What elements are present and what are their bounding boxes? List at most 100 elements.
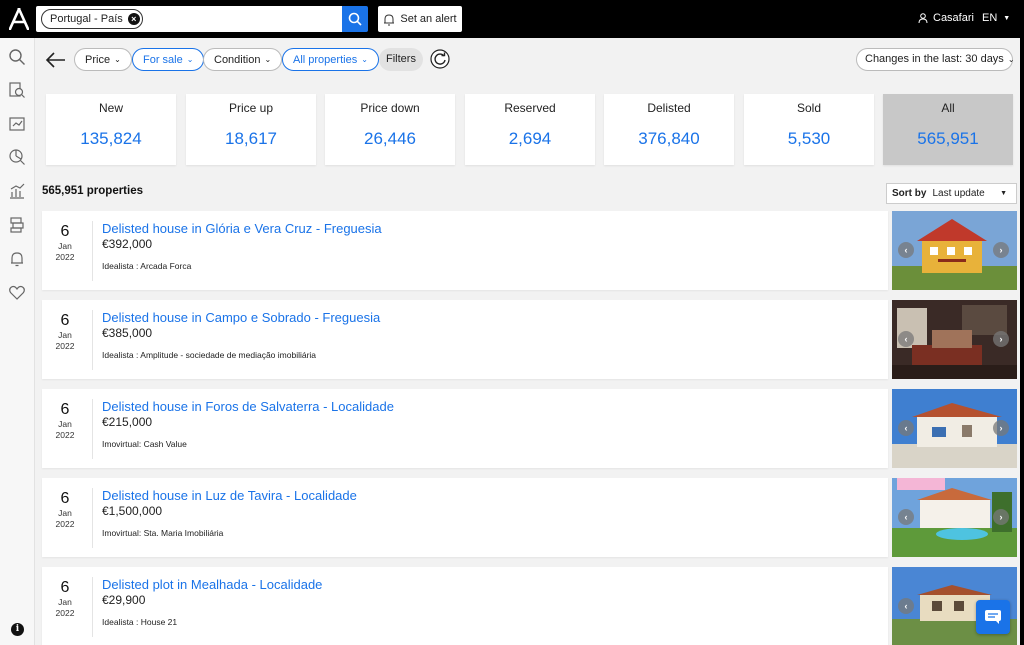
listing-day: 6: [60, 490, 70, 507]
refresh-icon[interactable]: [430, 49, 450, 69]
back-arrow-icon[interactable]: [45, 50, 67, 70]
sidebar: i: [0, 38, 35, 645]
chevron-down-icon: ⌄: [361, 55, 368, 64]
listing-day: 6: [60, 579, 70, 596]
valuation-icon[interactable]: [8, 115, 26, 133]
listing-date: 6 Jan 2022: [42, 389, 88, 468]
logo-icon[interactable]: [9, 8, 29, 30]
previous-photo-button[interactable]: ‹: [898, 509, 914, 525]
language-selector[interactable]: EN ▼: [982, 12, 1010, 24]
next-photo-button[interactable]: ›: [993, 331, 1009, 347]
listing-card[interactable]: 6 Jan 2022 Delisted house in Campo e Sob…: [42, 300, 888, 379]
reports-chart-icon[interactable]: [8, 182, 26, 200]
stat-card-price-down[interactable]: Price down 26,446: [325, 94, 455, 165]
listing-price: €215,000: [102, 415, 153, 429]
listing-card[interactable]: 6 Jan 2022 Delisted house in Glória e Ve…: [42, 211, 888, 290]
chat-icon: [985, 610, 1001, 624]
info-icon[interactable]: i: [11, 623, 24, 636]
listing-card[interactable]: 6 Jan 2022 Delisted plot in Mealhada - L…: [42, 567, 888, 645]
condition-filter[interactable]: Condition ⌄: [203, 48, 283, 71]
divider: [92, 221, 93, 281]
top-bar: Portugal - País × Set an alert Casafari …: [0, 0, 1024, 38]
property-type-filter-label: All properties: [293, 54, 358, 66]
next-photo-button[interactable]: ›: [993, 242, 1009, 258]
next-photo-button[interactable]: ›: [993, 509, 1009, 525]
stat-label: Sold: [796, 101, 822, 115]
for-sale-filter-label: For sale: [143, 54, 183, 66]
sort-value: Last update: [932, 188, 985, 199]
listing-title-link[interactable]: Delisted house in Campo e Sobrado - Freg…: [102, 310, 380, 325]
price-filter[interactable]: Price ⌄: [74, 48, 132, 71]
results-count: 565,951 properties: [42, 185, 144, 197]
search-icon[interactable]: [8, 48, 26, 66]
condition-filter-label: Condition: [214, 54, 261, 66]
user-menu[interactable]: Casafari: [918, 12, 974, 24]
listing-agency: Idealista : House 21: [102, 617, 178, 627]
listing-price: €392,000: [102, 237, 153, 251]
language-label: EN: [982, 12, 998, 24]
stat-label: Price up: [228, 101, 274, 115]
listing-price: €1,500,000: [102, 504, 163, 518]
property-search-icon[interactable]: [8, 81, 26, 99]
location-chip[interactable]: Portugal - País ×: [41, 9, 143, 29]
listing-day: 6: [60, 401, 70, 418]
listing-price: €385,000: [102, 326, 153, 340]
chat-button[interactable]: [976, 600, 1010, 634]
bell-icon: [384, 13, 395, 25]
stat-label: Reserved: [504, 101, 556, 115]
stat-card-price-up[interactable]: Price up 18,617: [186, 94, 316, 165]
listing-date: 6 Jan 2022: [42, 567, 88, 645]
property-type-filter[interactable]: All properties ⌄: [282, 48, 379, 71]
chevron-down-icon: ⌄: [186, 55, 194, 64]
listing-month: Jan: [58, 419, 72, 429]
listing-agency: Imovirtual: Sta. Maria Imobiliária: [102, 528, 224, 538]
divider: [92, 399, 93, 459]
price-filter-label: Price: [85, 54, 111, 66]
stat-card-reserved[interactable]: Reserved 2,694: [465, 94, 595, 165]
previous-photo-button[interactable]: ‹: [898, 331, 914, 347]
listing-title-link[interactable]: Delisted house in Foros de Salvaterra - …: [102, 399, 394, 414]
bell-icon[interactable]: [8, 250, 26, 268]
remove-chip-icon[interactable]: ×: [127, 13, 140, 25]
listing-day: 6: [60, 312, 70, 329]
listing-photo[interactable]: ‹ ›: [892, 211, 1017, 290]
market-analysis-icon[interactable]: [8, 148, 26, 166]
divider: [92, 310, 93, 370]
location-search-input[interactable]: Portugal - País ×: [36, 6, 342, 32]
more-filters-button[interactable]: Filters: [379, 48, 423, 71]
previous-photo-button[interactable]: ‹: [898, 420, 914, 436]
listing-agency: Imovirtual: Cash Value: [102, 439, 187, 449]
search-icon: [348, 12, 362, 26]
heart-icon[interactable]: [8, 284, 26, 302]
previous-photo-button[interactable]: ‹: [898, 598, 914, 614]
documents-icon[interactable]: [8, 216, 26, 234]
listing-title-link[interactable]: Delisted house in Luz de Tavira - Locali…: [102, 488, 357, 503]
listing-month: Jan: [58, 597, 72, 607]
listing-card[interactable]: 6 Jan 2022 Delisted house in Luz de Tavi…: [42, 478, 888, 557]
listing-card[interactable]: 6 Jan 2022 Delisted house in Foros de Sa…: [42, 389, 888, 468]
listing-photo[interactable]: ‹ ›: [892, 300, 1017, 379]
stat-card-sold[interactable]: Sold 5,530: [744, 94, 874, 165]
listing-year: 2022: [55, 252, 75, 262]
stat-value: 5,530: [787, 129, 831, 148]
period-selector[interactable]: Changes in the last: 30 days ⌄: [856, 48, 1015, 71]
search-button[interactable]: [342, 6, 368, 32]
divider: [92, 488, 93, 548]
listing-title-link[interactable]: Delisted house in Glória e Vera Cruz - F…: [102, 221, 382, 236]
sort-dropdown[interactable]: Sort by Last update ▼: [886, 183, 1017, 204]
listing-title-link[interactable]: Delisted plot in Mealhada - Localidade: [102, 577, 322, 592]
stat-label: New: [98, 101, 123, 115]
next-photo-button[interactable]: ›: [993, 420, 1009, 436]
for-sale-filter[interactable]: For sale ⌄: [132, 48, 205, 71]
listing-photo[interactable]: ‹ ›: [892, 389, 1017, 468]
previous-photo-button[interactable]: ‹: [898, 242, 914, 258]
stat-card-delisted[interactable]: Delisted 376,840: [604, 94, 734, 165]
set-alert-button[interactable]: Set an alert: [378, 6, 462, 32]
chevron-down-icon: ⌄: [114, 55, 121, 64]
sort-label: Sort by: [892, 188, 927, 199]
stat-card-new[interactable]: New 135,824: [46, 94, 176, 165]
chevron-down-icon: ▼: [1003, 14, 1011, 22]
stat-card-all[interactable]: All 565,951: [883, 94, 1013, 165]
listing-photo[interactable]: ‹ ›: [892, 478, 1017, 557]
listing-month: Jan: [58, 241, 72, 251]
